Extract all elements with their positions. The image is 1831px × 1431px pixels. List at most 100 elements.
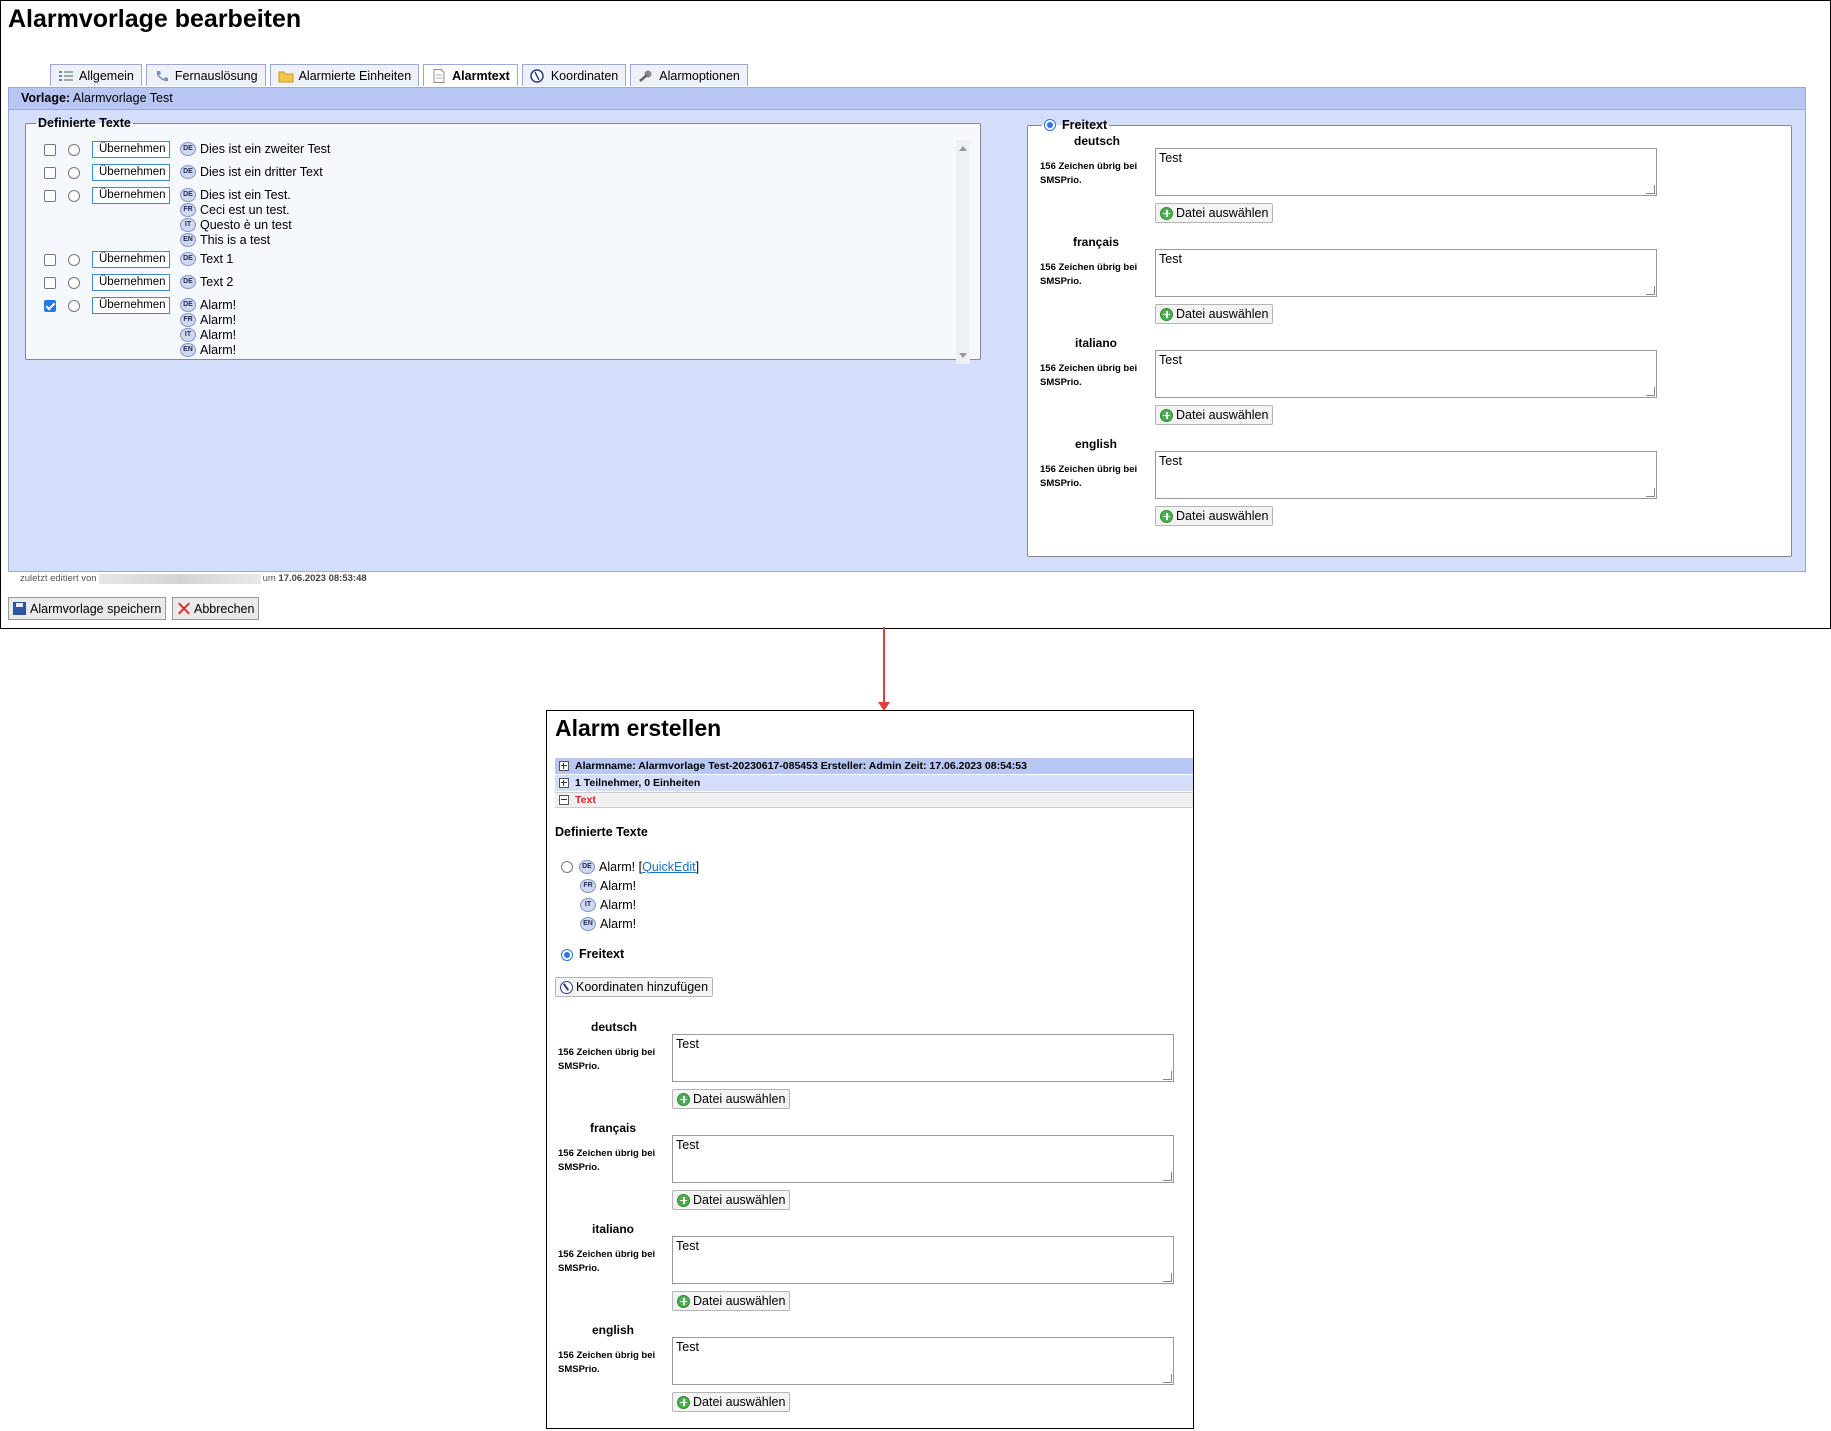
file-button-label: Datei auswählen xyxy=(693,1395,786,1409)
uebernehmen-button[interactable]: Übernehmen xyxy=(92,141,170,158)
select-radio[interactable] xyxy=(68,300,80,312)
freitext-label: Freitext xyxy=(1062,118,1108,132)
expand-icon[interactable] xyxy=(559,778,569,788)
uebernehmen-button[interactable]: Übernehmen xyxy=(92,187,170,204)
freitext-textarea-italiano[interactable]: Test xyxy=(672,1236,1174,1284)
save-template-button[interactable]: Alarmvorlage speichern xyxy=(8,597,167,620)
resize-grip-icon[interactable] xyxy=(1646,286,1655,295)
select-checkbox[interactable] xyxy=(44,254,56,266)
defined-text-line: FR Alarm! xyxy=(561,876,699,895)
tools-icon xyxy=(638,69,654,83)
file-select-button[interactable]: Datei auswählen xyxy=(672,1392,791,1412)
tab-label: Koordinaten xyxy=(550,68,619,83)
select-checkbox[interactable] xyxy=(44,190,56,202)
freitext-label: Freitext xyxy=(579,947,625,961)
language-title: english xyxy=(1075,437,1118,451)
defined-text-row: Übernehmen DE Alarm! FR Alarm! IT Alarm! EN… xyxy=(40,297,950,361)
add-file-icon xyxy=(677,1395,690,1409)
scroll-down-arrow-icon[interactable] xyxy=(959,353,967,358)
lang-de-icon: DE xyxy=(180,274,196,289)
resize-grip-icon[interactable] xyxy=(1163,1374,1172,1383)
select-checkbox[interactable] xyxy=(44,300,56,312)
file-select-button[interactable]: Datei auswählen xyxy=(672,1190,791,1210)
select-radio[interactable] xyxy=(68,167,80,179)
file-button-label: Datei auswählen xyxy=(1176,408,1269,422)
uebernehmen-button[interactable]: Übernehmen xyxy=(92,164,170,181)
defined-texts-scrollbar[interactable] xyxy=(956,140,970,364)
uebernehmen-button[interactable]: Übernehmen xyxy=(92,274,170,291)
tab-allgemein[interactable]: Allgemein xyxy=(50,64,142,86)
freitext-radio[interactable] xyxy=(1044,119,1056,131)
freitext-radio[interactable] xyxy=(561,949,573,961)
expand-icon[interactable] xyxy=(559,761,569,771)
language-title: italiano xyxy=(592,1222,635,1236)
text-line: DE Dies ist ein dritter Text xyxy=(180,164,323,179)
select-checkbox[interactable] xyxy=(44,277,56,289)
file-select-button[interactable]: Datei auswählen xyxy=(672,1089,791,1109)
close-icon xyxy=(177,602,190,615)
text-value: Alarm! xyxy=(600,878,637,893)
tab-fernausloesung[interactable]: Fernauslösung xyxy=(145,64,266,86)
freitext-textarea-francais[interactable]: Test xyxy=(1155,249,1657,297)
file-button-label: Datei auswählen xyxy=(1176,206,1269,220)
file-select-button[interactable]: Datei auswählen xyxy=(1155,304,1274,324)
add-file-icon xyxy=(1160,307,1173,321)
quickedit-link[interactable]: QuickEdit xyxy=(642,860,696,874)
edit-template-window: Alarmvorlage bearbeiten Allgemein Fernau… xyxy=(0,0,1831,629)
defined-text-line: EN Alarm! xyxy=(561,914,699,933)
defined-texts-title: Definierte Texte xyxy=(555,825,648,839)
alarm-name-bar[interactable]: Alarmname: Alarmvorlage Test-20230617-08… xyxy=(555,758,1193,774)
lang-de-icon: DE xyxy=(180,164,196,179)
add-coordinates-button[interactable]: Koordinaten hinzufügen xyxy=(555,977,714,997)
defined-texts-group: Definierte Texte Übernehmen DE Dies ist e… xyxy=(25,116,981,364)
file-select-button[interactable]: Datei auswählen xyxy=(1155,506,1274,526)
resize-grip-icon[interactable] xyxy=(1163,1172,1172,1181)
resize-grip-icon[interactable] xyxy=(1646,185,1655,194)
select-checkbox[interactable] xyxy=(44,167,56,179)
resize-grip-icon[interactable] xyxy=(1163,1071,1172,1080)
cancel-button[interactable]: Abbrechen xyxy=(172,597,260,620)
freitext-textarea-deutsch[interactable]: Test xyxy=(1155,148,1657,196)
text-line: DE Dies ist ein Test. xyxy=(180,187,292,202)
resize-grip-icon[interactable] xyxy=(1646,488,1655,497)
resize-grip-icon[interactable] xyxy=(1163,1273,1172,1282)
tab-alarmierte-einheiten[interactable]: Alarmierte Einheiten xyxy=(269,64,420,86)
lang-de-icon: DE xyxy=(180,141,196,156)
lang-it-icon: IT xyxy=(180,217,196,232)
text-section-bar[interactable]: Text xyxy=(555,792,1193,808)
participants-bar[interactable]: 1 Teilnehmer, 0 Einheiten xyxy=(555,775,1193,791)
select-radio[interactable] xyxy=(68,277,80,289)
file-button-label: Datei auswählen xyxy=(693,1193,786,1207)
tab-alarmoptionen[interactable]: Alarmoptionen xyxy=(630,64,748,86)
file-button-label: Datei auswählen xyxy=(693,1092,786,1106)
freitext-option[interactable]: Freitext xyxy=(561,947,624,961)
tab-koordinaten[interactable]: Koordinaten xyxy=(521,64,627,86)
flow-arrow xyxy=(883,627,885,705)
freitext-textarea-english[interactable]: Test xyxy=(1155,451,1657,499)
file-select-button[interactable]: Datei auswählen xyxy=(672,1291,791,1311)
file-select-button[interactable]: Datei auswählen xyxy=(1155,203,1274,223)
select-checkbox[interactable] xyxy=(44,144,56,156)
resize-grip-icon[interactable] xyxy=(1646,387,1655,396)
uebernehmen-button[interactable]: Übernehmen xyxy=(92,251,170,268)
select-radio[interactable] xyxy=(68,254,80,266)
scroll-up-arrow-icon[interactable] xyxy=(959,146,967,151)
chars-remaining: 156 Zeichen übrig bei SMSPrio. xyxy=(558,1249,656,1274)
file-button-label: Datei auswählen xyxy=(1176,307,1269,321)
file-select-button[interactable]: Datei auswählen xyxy=(1155,405,1274,425)
freitext-textarea-italiano[interactable]: Test xyxy=(1155,350,1657,398)
text-value: Alarm! xyxy=(200,327,237,342)
defined-text-row: Übernehmen DE Text 2 xyxy=(40,274,950,297)
textarea-value: Test xyxy=(676,1239,699,1253)
lang-en-icon: EN xyxy=(580,916,596,931)
defined-text-radio[interactable] xyxy=(561,860,573,873)
select-radio[interactable] xyxy=(68,144,80,156)
freitext-textarea-english[interactable]: Test xyxy=(672,1337,1174,1385)
select-radio[interactable] xyxy=(68,190,80,202)
freitext-textarea-deutsch[interactable]: Test xyxy=(672,1034,1174,1082)
freitext-textarea-francais[interactable]: Test xyxy=(672,1135,1174,1183)
add-coordinates-label: Koordinaten hinzufügen xyxy=(576,980,709,994)
tab-alarmtext[interactable]: Alarmtext xyxy=(423,64,518,86)
collapse-icon[interactable] xyxy=(559,795,569,805)
uebernehmen-button[interactable]: Übernehmen xyxy=(92,297,170,314)
